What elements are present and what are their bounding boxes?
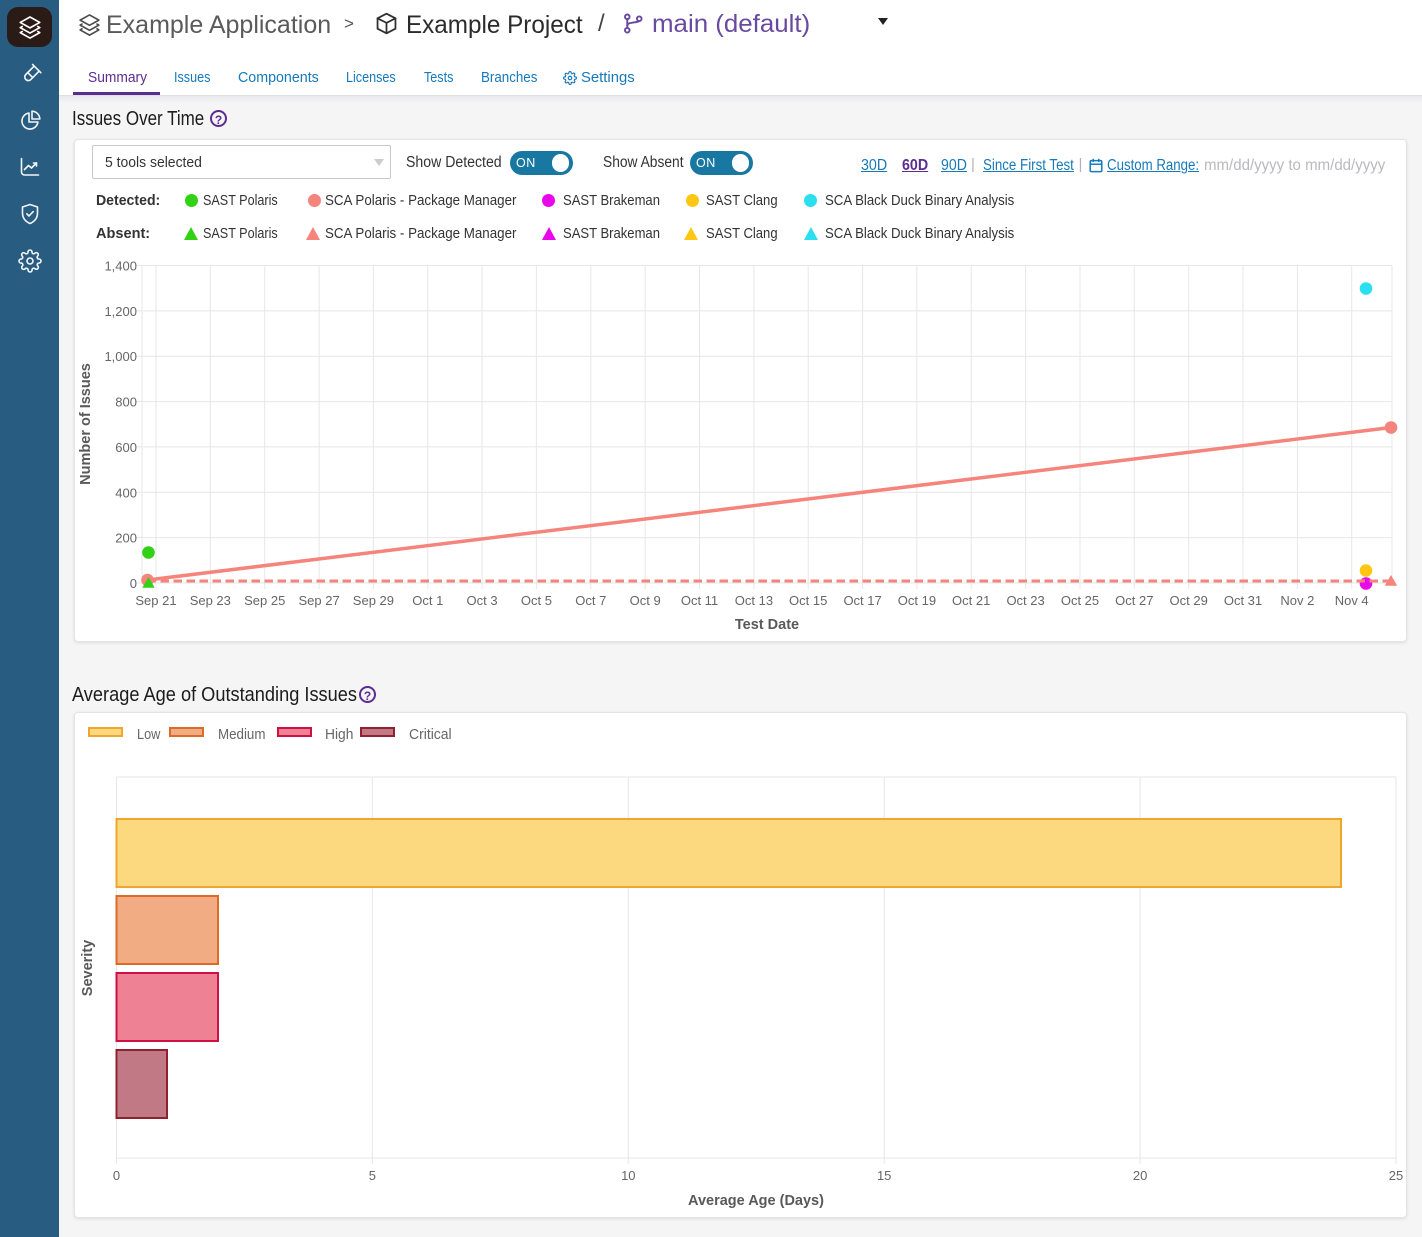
svg-text:Oct 13: Oct 13 [735, 593, 773, 608]
svg-text:Oct 31: Oct 31 [1224, 593, 1262, 608]
svg-text:Sep 25: Sep 25 [244, 593, 285, 608]
svg-text:1,200: 1,200 [104, 304, 137, 319]
svg-text:400: 400 [115, 485, 137, 500]
svg-text:Oct 1: Oct 1 [412, 593, 443, 608]
svg-text:Oct 19: Oct 19 [898, 593, 936, 608]
svg-text:Average Age (Days): Average Age (Days) [688, 1193, 824, 1209]
svg-text:Nov 2: Nov 2 [1280, 593, 1314, 608]
svg-text:Oct 25: Oct 25 [1061, 593, 1099, 608]
svg-text:Oct 3: Oct 3 [467, 593, 498, 608]
svg-text:600: 600 [115, 440, 137, 455]
svg-text:Oct 11: Oct 11 [681, 593, 718, 608]
svg-text:1,400: 1,400 [104, 259, 137, 274]
svg-text:Sep 21: Sep 21 [135, 593, 176, 608]
svg-text:20: 20 [1133, 1168, 1147, 1183]
svg-text:Oct 27: Oct 27 [1115, 593, 1153, 608]
svg-text:200: 200 [115, 531, 137, 546]
svg-text:Oct 21: Oct 21 [952, 593, 990, 608]
svg-text:800: 800 [115, 395, 137, 410]
svg-text:Test Date: Test Date [735, 617, 799, 633]
svg-text:Nov 4: Nov 4 [1335, 593, 1369, 608]
svg-text:Oct 9: Oct 9 [630, 593, 661, 608]
svg-text:10: 10 [621, 1168, 635, 1183]
svg-text:Oct 5: Oct 5 [521, 593, 552, 608]
svg-text:Number of Issues: Number of Issues [78, 363, 94, 485]
svg-text:Oct 7: Oct 7 [575, 593, 606, 608]
svg-text:Severity: Severity [80, 940, 96, 996]
svg-text:15: 15 [877, 1168, 891, 1183]
svg-text:5: 5 [369, 1168, 376, 1183]
svg-text:Sep 29: Sep 29 [353, 593, 394, 608]
svg-text:Sep 27: Sep 27 [298, 593, 339, 608]
svg-text:1,000: 1,000 [104, 349, 137, 364]
svg-text:Oct 29: Oct 29 [1170, 593, 1208, 608]
svg-text:0: 0 [113, 1168, 120, 1183]
svg-text:Sep 23: Sep 23 [190, 593, 231, 608]
svg-text:Oct 23: Oct 23 [1006, 593, 1044, 608]
svg-text:Oct 15: Oct 15 [789, 593, 827, 608]
svg-text:0: 0 [130, 576, 137, 591]
svg-text:25: 25 [1389, 1168, 1403, 1183]
svg-text:Oct 17: Oct 17 [843, 593, 881, 608]
